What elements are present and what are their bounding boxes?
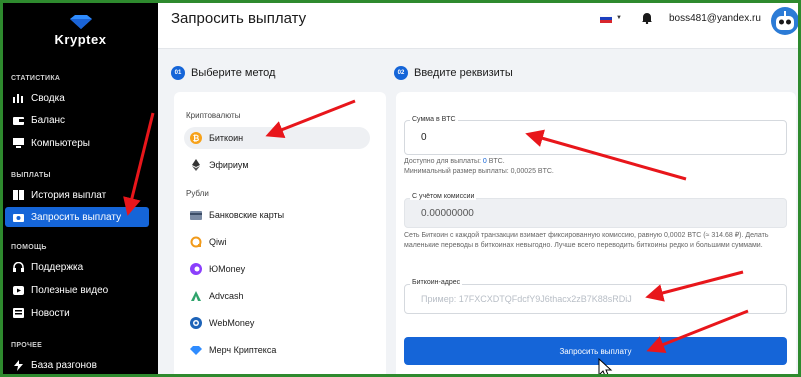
diamond-logo-icon	[69, 15, 92, 29]
sidebar-item-label: Компьютеры	[31, 137, 90, 149]
method-label: Биткоин	[209, 133, 244, 143]
method-label: Эфириум	[209, 160, 249, 170]
payout-form-card: 0 Сумма в BTC Доступно для выплаты: 0 BT…	[396, 92, 796, 374]
webmoney-icon	[190, 317, 202, 329]
section-title-other: ПРОЧЕЕ	[11, 342, 43, 349]
amount-label: Сумма в BTC	[410, 116, 458, 123]
sidebar-item-computers[interactable]: Компьютеры	[3, 133, 158, 153]
amount-btc-field[interactable]: 0	[404, 120, 787, 155]
sidebar-item-label: Баланс	[31, 114, 66, 126]
yumoney-icon	[190, 263, 202, 275]
commission-label: С учётом комиссии	[410, 193, 477, 200]
bitcoin-icon: ₿	[190, 132, 202, 144]
sidebar-item-balance[interactable]: Баланс	[3, 110, 158, 130]
bolt-icon	[12, 359, 24, 371]
sidebar-item-label: Запросить выплату	[31, 211, 122, 223]
youtube-icon	[12, 284, 24, 296]
address-placeholder: Пример: 17FXCXDTQFdcfY9J6thacx2zB7K88sRD…	[421, 294, 632, 304]
payment-method-card: Криптовалюты ₿ Биткоин Эфириум Рубли Бан…	[174, 92, 386, 374]
sidebar-item-news[interactable]: Новости	[3, 303, 158, 323]
available-note: Доступно для выплаты: 0 BTC.	[404, 158, 505, 165]
app-window: Kryptex СТАТИСТИКА Сводка Баланс Компьют…	[3, 3, 798, 374]
sidebar-item-useful-videos[interactable]: Полезные видео	[3, 280, 158, 300]
method-label: WebMoney	[209, 318, 255, 328]
headset-icon	[12, 261, 24, 273]
method-kryptex-merch[interactable]: Мерч Криптекса	[184, 339, 370, 361]
method-bank-cards[interactable]: Банковские карты	[184, 204, 370, 226]
sidebar-item-request-payout[interactable]: Запросить выплату	[5, 207, 149, 227]
bitcoin-address-input[interactable]: Пример: 17FXCXDTQFdcfY9J6thacx2zB7K88sRD…	[404, 284, 787, 314]
min-payout-note: Минимальный размер выплаты: 0,00025 BTC.	[404, 168, 554, 175]
robot-avatar-icon	[776, 11, 794, 30]
section-title-statistics: СТАТИСТИКА	[11, 75, 61, 82]
step-label: Выберите метод	[191, 67, 276, 79]
history-icon	[12, 189, 24, 201]
step-choose-method: 01 Выберите метод	[171, 66, 275, 80]
method-label: Qiwi	[209, 237, 227, 247]
computer-icon	[12, 137, 24, 149]
address-label: Биткоин-адрес	[410, 279, 463, 286]
group-title-crypto: Криптовалюты	[186, 111, 241, 120]
sidebar: Kryptex СТАТИСТИКА Сводка Баланс Компьют…	[3, 3, 158, 374]
sidebar-item-payout-history[interactable]: История выплат	[3, 185, 158, 205]
step-number: 01	[171, 66, 185, 80]
method-label: Мерч Криптекса	[209, 345, 277, 355]
avatar[interactable]	[771, 7, 798, 35]
bar-chart-icon	[12, 92, 24, 104]
group-title-rubles: Рубли	[186, 189, 209, 198]
method-ethereum[interactable]: Эфириум	[184, 154, 370, 176]
sidebar-item-label: Полезные видео	[31, 284, 109, 296]
payout-icon	[12, 211, 24, 223]
bell-icon[interactable]	[642, 12, 652, 24]
method-yumoney[interactable]: ЮMoney	[184, 258, 370, 280]
sidebar-item-support[interactable]: Поддержка	[3, 257, 158, 277]
method-advcash[interactable]: Advcash	[184, 285, 370, 307]
network-fee-note: Сеть Биткоин с каждой транзакции взимает…	[404, 232, 769, 249]
logo[interactable]: Kryptex	[3, 15, 158, 47]
method-label: ЮMoney	[209, 264, 246, 274]
commission-field: 0.00000000	[404, 198, 787, 228]
news-icon	[12, 307, 24, 319]
sidebar-item-label: История выплат	[31, 189, 107, 201]
step-number: 02	[394, 66, 408, 80]
wallet-icon	[12, 114, 24, 126]
sidebar-item-label: База разгонов	[31, 359, 97, 371]
sidebar-item-label: Поддержка	[31, 261, 84, 273]
user-email[interactable]: boss481@yandex.ru	[669, 13, 761, 24]
request-payout-button[interactable]: Запросить выплату	[404, 337, 787, 365]
step-enter-details: 02 Введите реквизиты	[394, 66, 513, 80]
method-webmoney[interactable]: WebMoney	[184, 312, 370, 334]
method-label: Advcash	[209, 291, 244, 301]
logo-text: Kryptex	[54, 32, 107, 47]
bank-card-icon	[190, 209, 202, 221]
advcash-icon	[190, 290, 202, 302]
diamond-icon	[190, 344, 202, 356]
page-title: Запросить выплату	[171, 10, 307, 27]
commission-value: 0.00000000	[421, 208, 474, 219]
section-title-help: ПОМОЩЬ	[11, 244, 47, 251]
sidebar-item-overclock-base[interactable]: База разгонов	[3, 355, 158, 374]
svg-text:₿: ₿	[193, 134, 200, 143]
method-label: Банковские карты	[209, 210, 285, 220]
step-label: Введите реквизиты	[414, 67, 513, 79]
russia-flag-icon[interactable]	[600, 14, 612, 23]
section-title-payouts: ВЫПЛАТЫ	[11, 172, 51, 179]
sidebar-item-label: Сводка	[31, 92, 65, 104]
amount-value: 0	[421, 132, 427, 143]
qiwi-icon	[190, 236, 202, 248]
top-header: Запросить выплату ▼ boss481@yandex.ru	[158, 3, 798, 49]
method-qiwi[interactable]: Qiwi	[184, 231, 370, 253]
method-bitcoin[interactable]: ₿ Биткоин	[184, 127, 370, 149]
chevron-down-icon[interactable]: ▼	[616, 15, 622, 21]
sidebar-item-label: Новости	[31, 307, 70, 319]
sidebar-item-summary[interactable]: Сводка	[3, 88, 158, 108]
ethereum-icon	[190, 159, 202, 171]
